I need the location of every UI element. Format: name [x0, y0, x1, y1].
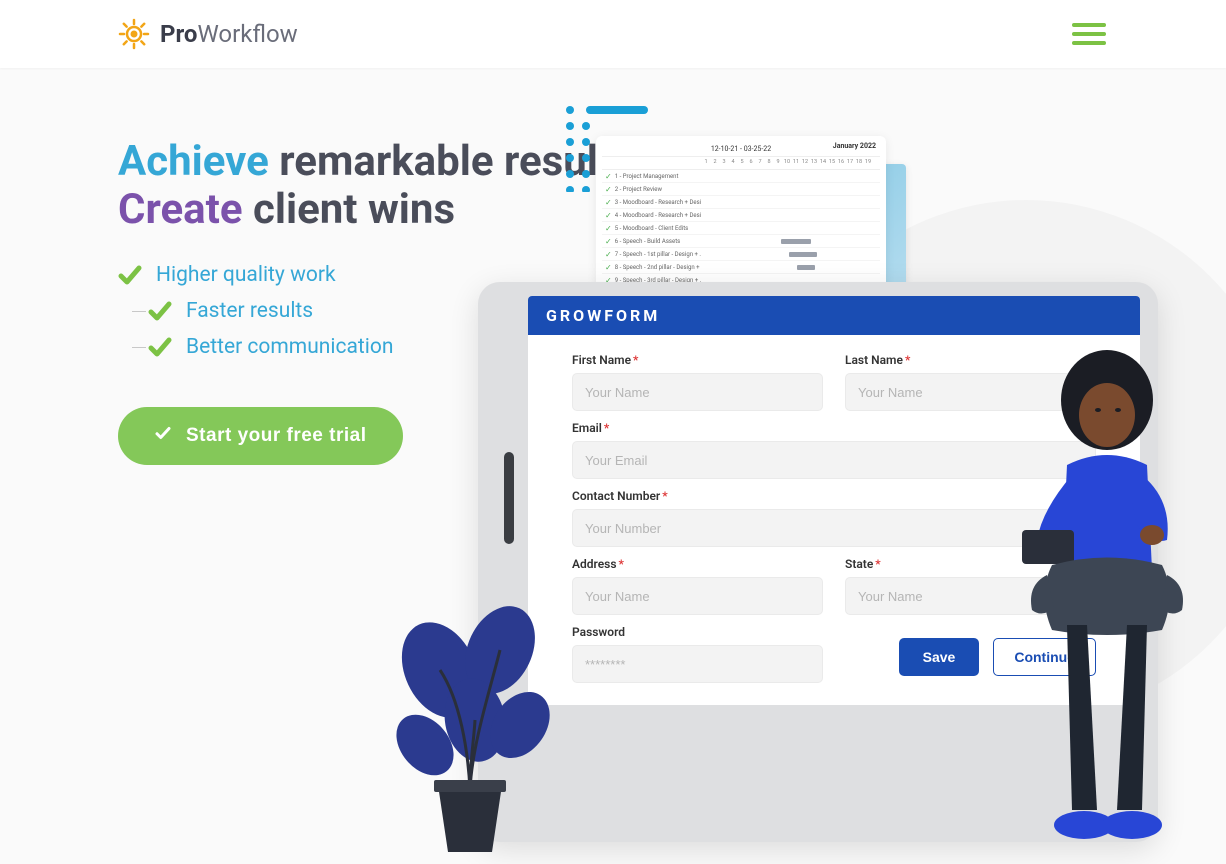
- gantt-row: ✓1 - Project Management: [602, 170, 880, 183]
- check-icon: [148, 299, 172, 323]
- password-label: Password: [572, 625, 823, 639]
- gantt-row: ✓3 - Moodboard - Research + Design…: [602, 196, 880, 209]
- gantt-row: ✓2 - Project Review: [602, 183, 880, 196]
- form-title: GROWFORM: [528, 296, 1140, 335]
- gear-icon: [118, 18, 150, 50]
- gantt-row: ✓6 - Speech - Build Assets: [602, 235, 880, 248]
- gantt-month: January 2022: [833, 142, 876, 150]
- check-icon: [154, 424, 172, 448]
- logo-text: ProWorkflow: [160, 20, 298, 48]
- feature-label: Higher quality work: [156, 263, 336, 287]
- gantt-row: ✓4 - Moodboard - Research + Design…: [602, 209, 880, 222]
- address-field: Address*: [572, 557, 823, 615]
- person-illustration: [1012, 340, 1222, 864]
- save-button[interactable]: Save: [899, 638, 980, 676]
- gantt-row: ✓7 - Speech - 1st pillar - Design + …: [602, 248, 880, 261]
- address-input[interactable]: [572, 577, 823, 615]
- plant-illustration: [380, 580, 560, 864]
- cta-label: Start your free trial: [186, 425, 367, 447]
- first-name-input[interactable]: [572, 373, 823, 411]
- gantt-row: ✓8 - Speech - 2nd pillar - Design + …: [602, 261, 880, 274]
- logo[interactable]: ProWorkflow: [118, 18, 298, 50]
- first-name-label: First Name*: [572, 353, 823, 367]
- password-input[interactable]: [572, 645, 823, 683]
- hamburger-menu-icon[interactable]: [1072, 23, 1106, 45]
- address-label: Address*: [572, 557, 823, 571]
- feature-label: Faster results: [186, 299, 313, 323]
- feature-label: Better communication: [186, 335, 393, 359]
- first-name-field: First Name*: [572, 353, 823, 411]
- gantt-row: ✓5 - Moodboard - Client Edits: [602, 222, 880, 235]
- header: ProWorkflow: [0, 0, 1226, 68]
- check-icon: [148, 335, 172, 359]
- start-free-trial-button[interactable]: Start your free trial: [118, 407, 403, 465]
- check-icon: [118, 263, 142, 287]
- gantt-days: 12345678910111213141516171819: [602, 157, 880, 170]
- tablet-notch: [504, 452, 514, 544]
- password-field: Password: [572, 625, 823, 683]
